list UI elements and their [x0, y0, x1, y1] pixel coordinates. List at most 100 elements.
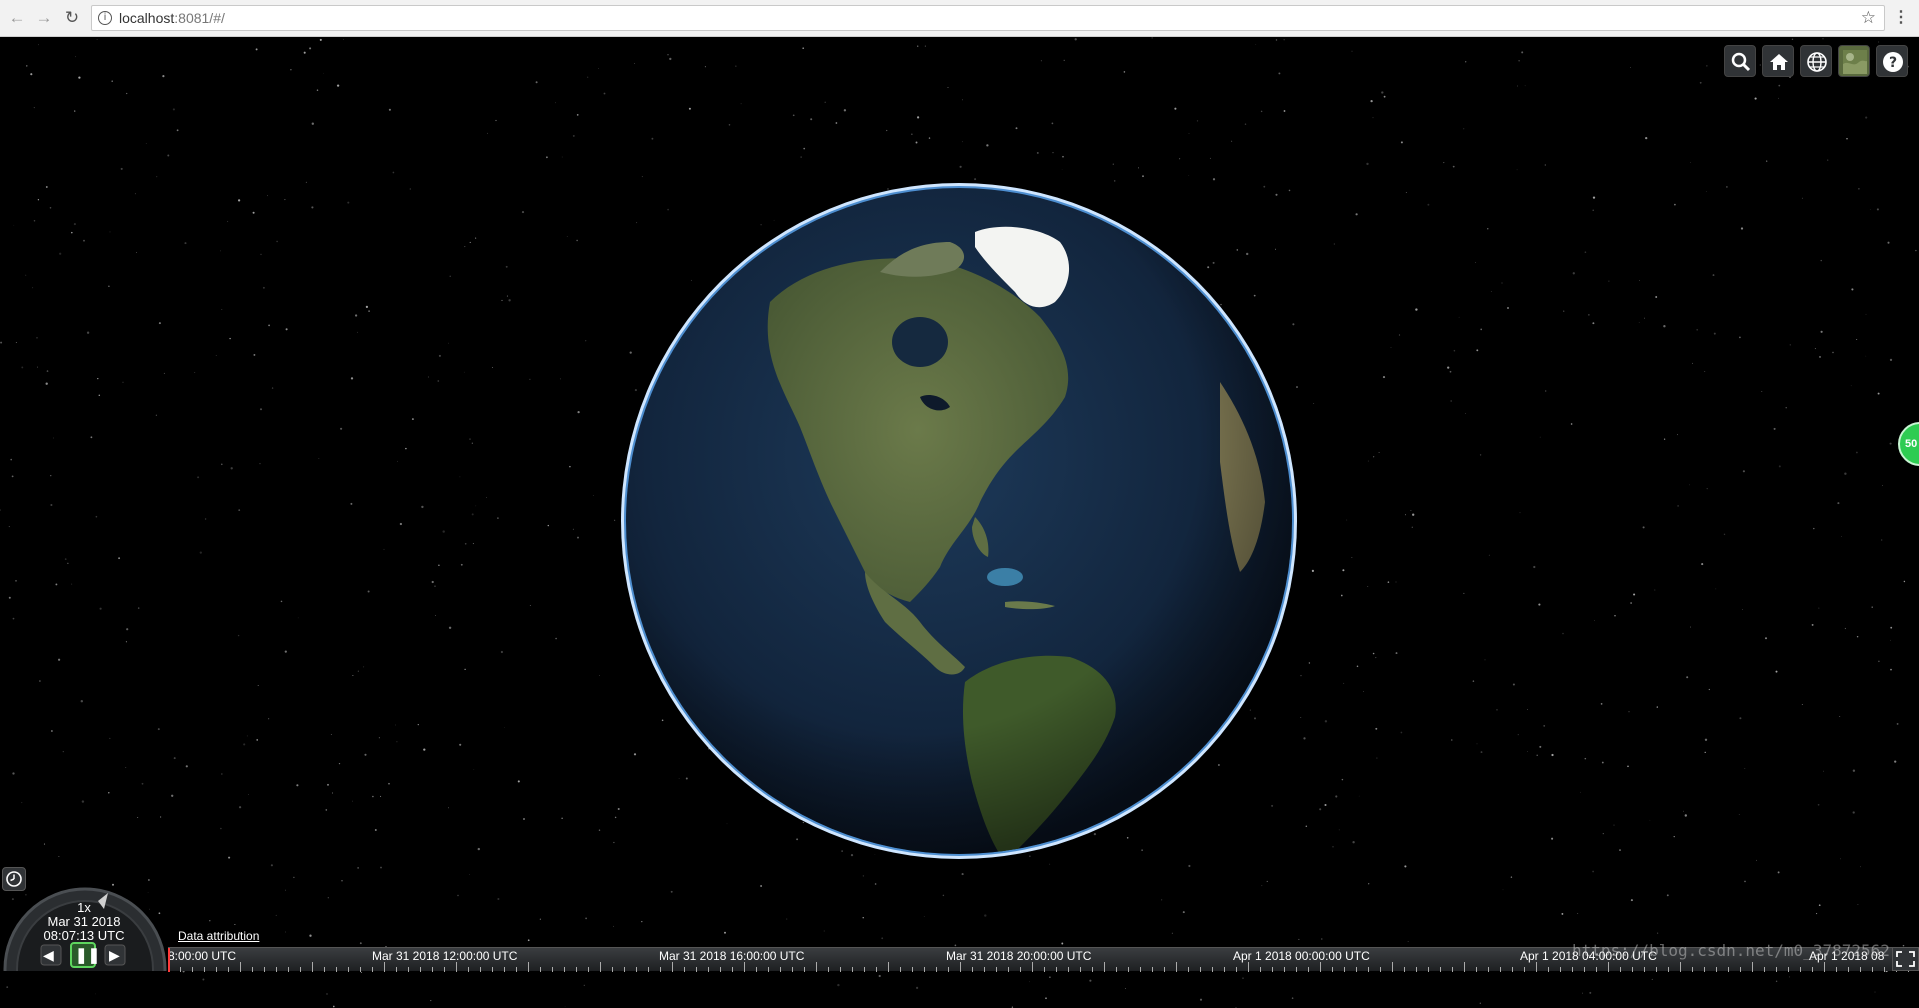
star: [108, 285, 110, 288]
star: [1450, 400, 1452, 402]
timeline-tick: [1548, 967, 1549, 972]
timeline-tick: [1356, 967, 1357, 972]
star: [1801, 704, 1803, 706]
star: [399, 522, 403, 526]
star: [566, 236, 568, 237]
back-icon[interactable]: ←: [6, 7, 28, 29]
star: [1600, 703, 1603, 705]
star: [1881, 539, 1883, 541]
timeline-tick: [1044, 967, 1045, 972]
timeline-tick: [708, 967, 709, 972]
star: [238, 806, 242, 809]
timeline-tick: [1884, 967, 1885, 972]
star: [583, 984, 585, 987]
home-button[interactable]: [1762, 45, 1794, 77]
animation-time: 08:07:13 UTC: [43, 928, 125, 943]
star: [1744, 880, 1746, 883]
star: [1627, 765, 1629, 768]
star: [33, 107, 35, 109]
globe[interactable]: [620, 182, 1298, 860]
timeline-tick: [1020, 967, 1021, 972]
star: [878, 974, 881, 978]
star: [1319, 808, 1322, 811]
star: [1479, 1002, 1481, 1004]
timeline-tick: [672, 962, 673, 972]
star: [1850, 385, 1852, 387]
star: [1827, 159, 1829, 161]
star: [1677, 505, 1679, 507]
star: [1526, 750, 1528, 752]
info-icon[interactable]: i: [98, 11, 112, 25]
timeline-tick: [1692, 967, 1693, 972]
browser-menu-icon[interactable]: ⋮: [1893, 7, 1909, 29]
browser-chrome: ← → ↻ i localhost:8081/#/ ☆ ⋮: [0, 0, 1919, 37]
pause-button[interactable]: ❚❚: [75, 946, 100, 964]
star: [1645, 136, 1648, 140]
star: [284, 199, 286, 201]
star: [1496, 709, 1498, 711]
timeline-tick: [1812, 967, 1813, 972]
star: [1303, 737, 1306, 740]
star: [267, 195, 268, 197]
star: [37, 366, 39, 368]
star: [1351, 557, 1353, 558]
star: [1742, 609, 1743, 610]
reload-icon[interactable]: ↻: [61, 7, 83, 29]
url-text[interactable]: localhost:8081/#/: [119, 10, 225, 26]
star: [469, 874, 470, 875]
star: [1480, 328, 1483, 331]
star: [487, 132, 488, 134]
star: [1517, 734, 1519, 736]
star: [111, 80, 113, 82]
play-reverse-button[interactable]: ◀: [43, 947, 54, 964]
star: [1877, 392, 1880, 395]
timeline-tick: [1476, 967, 1477, 972]
timeline-tick: [492, 967, 493, 972]
star: [1341, 778, 1344, 781]
star: [881, 937, 884, 940]
star: [1778, 97, 1779, 99]
star: [1527, 709, 1528, 710]
star: [1049, 863, 1051, 865]
timeline-tick: [612, 967, 613, 972]
star: [1300, 675, 1302, 677]
star: [388, 108, 391, 111]
timeline-tick: [360, 967, 361, 972]
star: [199, 551, 202, 554]
play-forward-button[interactable]: ▶: [109, 947, 120, 964]
star: [803, 147, 806, 150]
timeline-needle[interactable]: [168, 948, 170, 972]
clock-button[interactable]: [2, 867, 26, 891]
base-layer-picker-button[interactable]: [1838, 45, 1870, 77]
star: [1040, 60, 1042, 62]
star: [253, 353, 256, 356]
timeline-tick: [1632, 967, 1633, 972]
data-attribution-link[interactable]: Data attribution: [178, 929, 259, 943]
timeline-tick: [276, 967, 277, 972]
star: [539, 918, 541, 920]
help-button[interactable]: ?: [1876, 45, 1908, 77]
star: [1592, 870, 1594, 873]
star: [1801, 197, 1803, 199]
star: [1352, 841, 1355, 844]
scene-mode-button[interactable]: [1800, 45, 1832, 77]
star: [1474, 262, 1476, 263]
timeline-tick: [924, 967, 925, 972]
geocoder-search-button[interactable]: [1724, 45, 1756, 77]
cesium-viewer[interactable]: ? 50: [0, 37, 1919, 1008]
star: [1837, 502, 1840, 505]
address-bar[interactable]: i localhost:8081/#/ ☆: [91, 5, 1885, 31]
star: [1742, 470, 1745, 473]
star: [1049, 976, 1051, 978]
star: [435, 615, 437, 616]
star: [221, 463, 223, 466]
star: [1785, 407, 1787, 409]
timeline-tick: [1428, 967, 1429, 972]
bookmark-star-icon[interactable]: ☆: [1861, 8, 1876, 28]
star: [1356, 665, 1359, 668]
timeline-tick: [840, 967, 841, 972]
star: [270, 864, 273, 867]
star: [1346, 519, 1348, 521]
fullscreen-button[interactable]: [1892, 947, 1919, 971]
forward-icon[interactable]: →: [33, 7, 55, 29]
